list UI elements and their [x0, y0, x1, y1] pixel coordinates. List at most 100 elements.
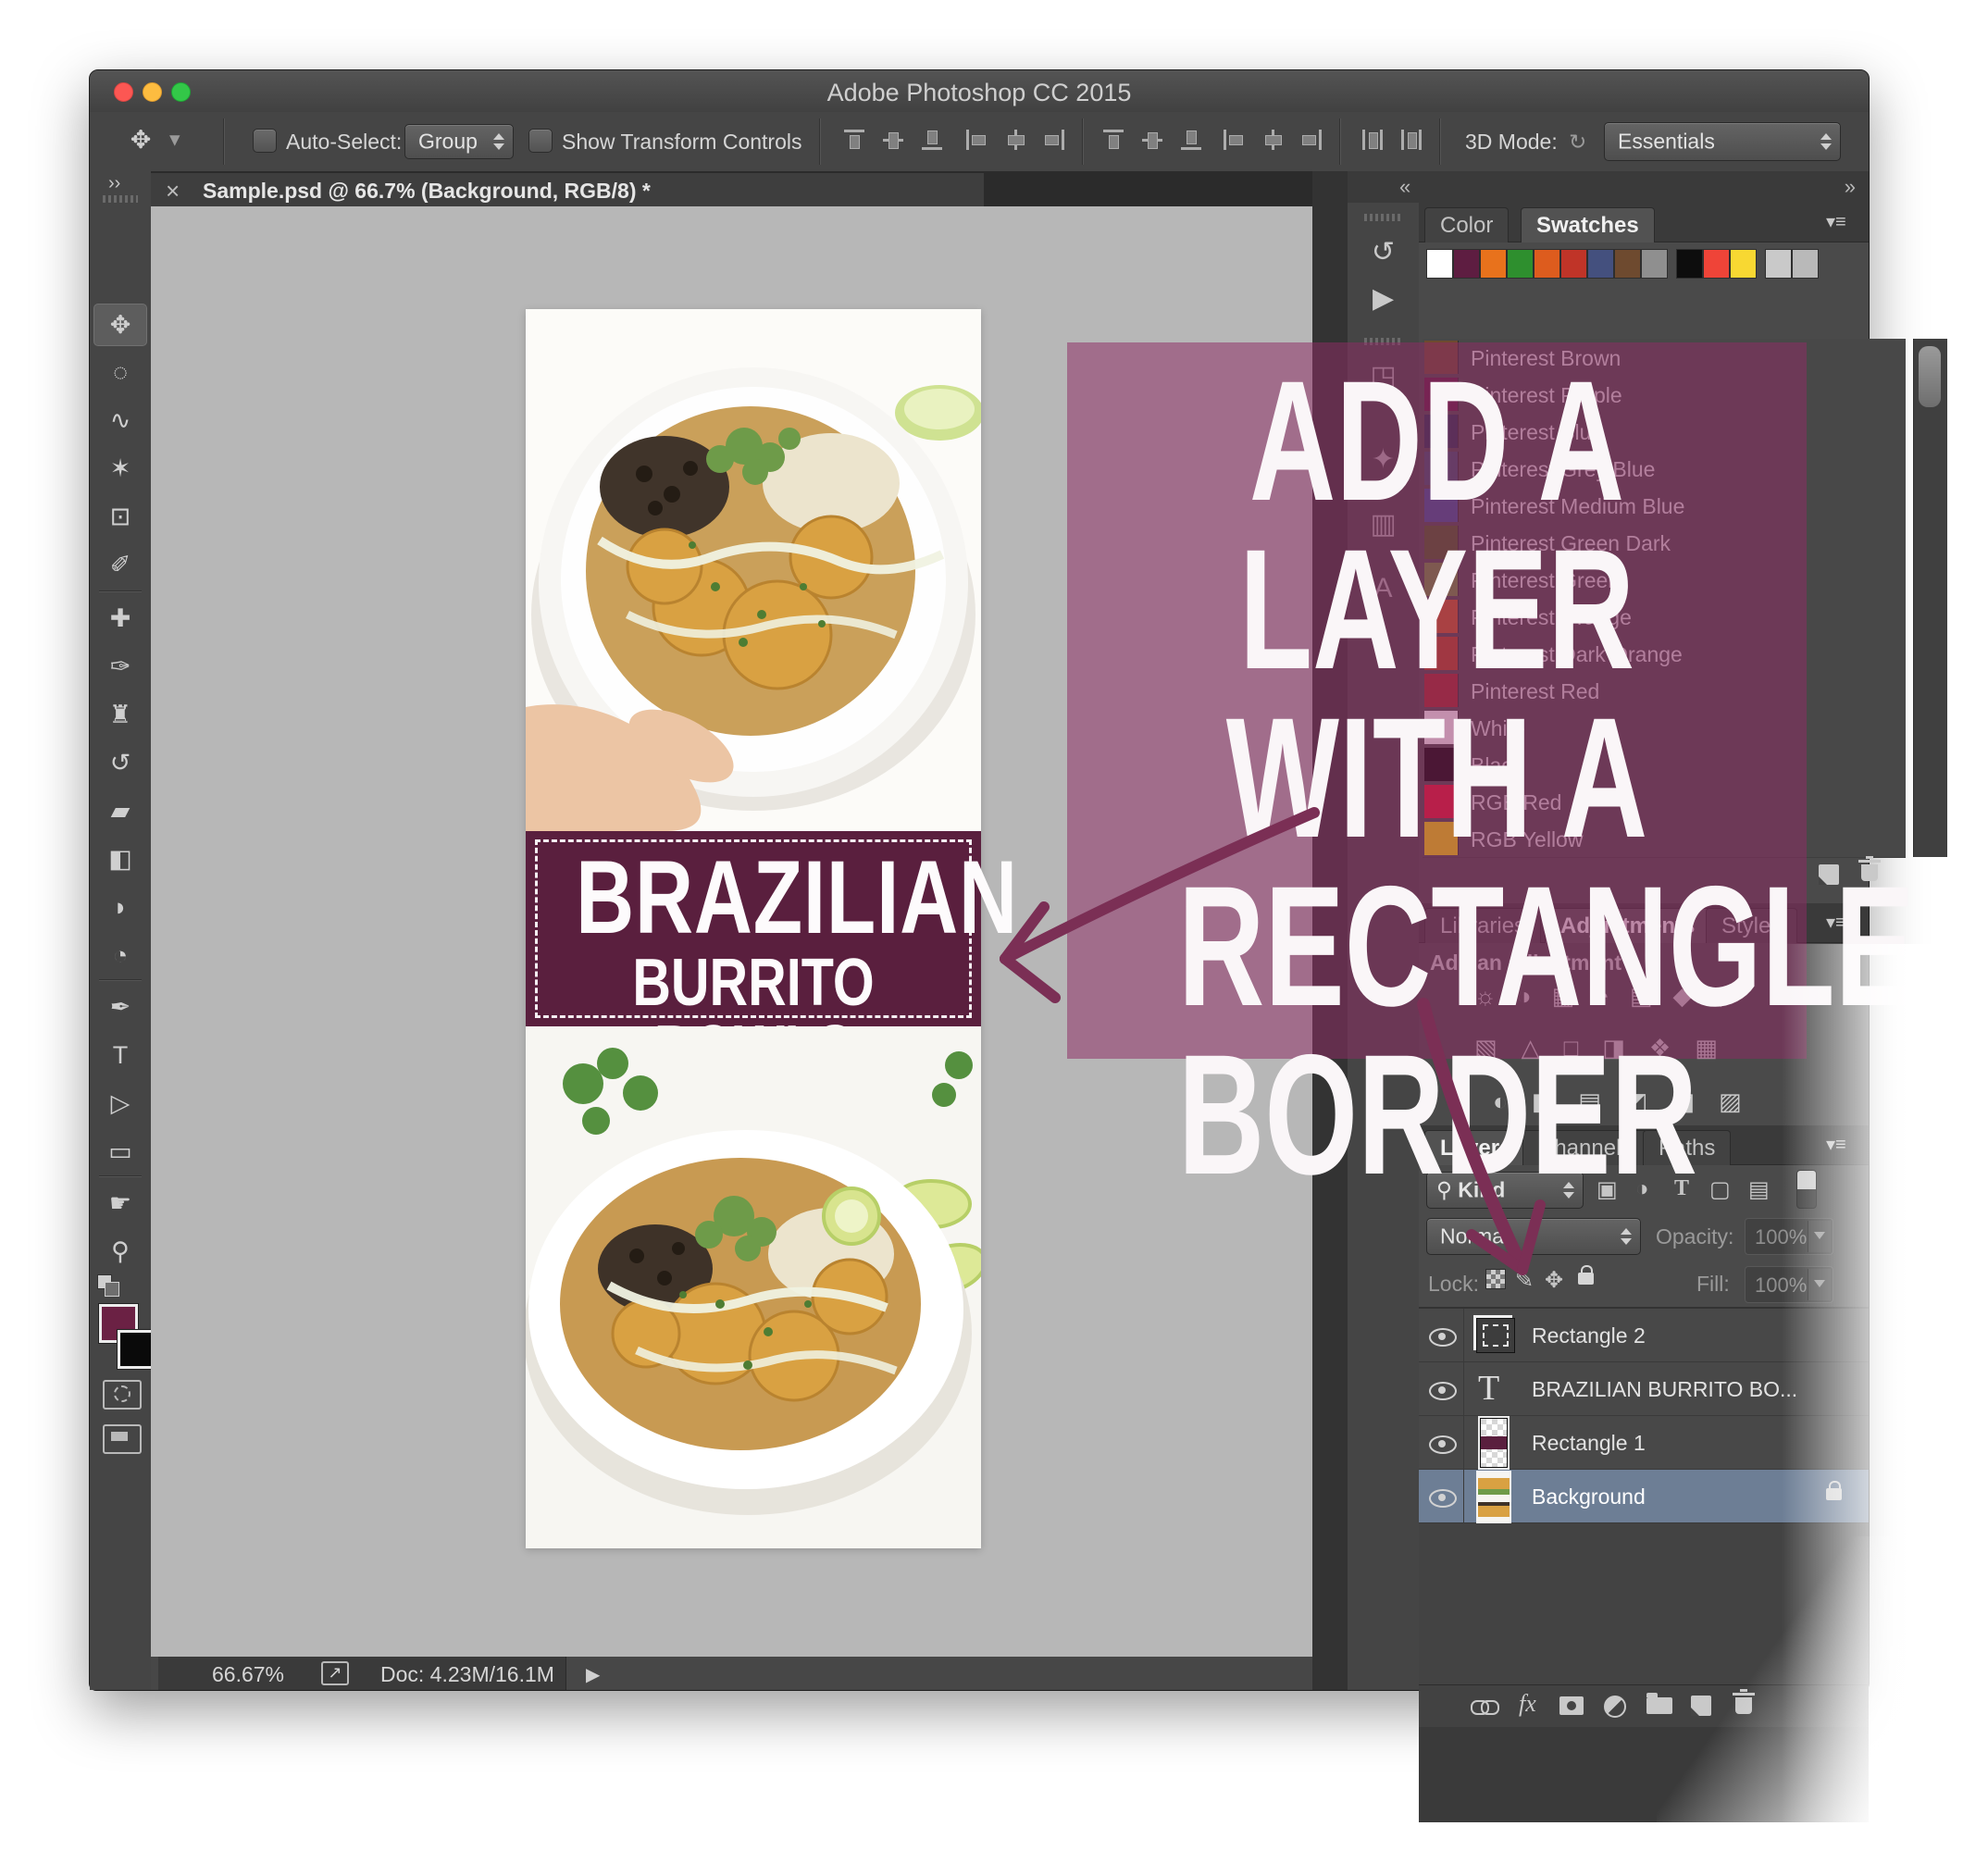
share-icon[interactable]: ↗ [321, 1661, 349, 1685]
toolbar-grip[interactable] [103, 195, 138, 203]
align-horizontal-centers-button[interactable] [1002, 127, 1028, 153]
new-group-icon[interactable] [1646, 1697, 1672, 1714]
swatch-chip[interactable] [1641, 249, 1668, 279]
delete-layer-icon[interactable] [1735, 1692, 1752, 1714]
eye-icon[interactable] [1429, 1382, 1457, 1400]
layer-name[interactable]: Rectangle 2 [1532, 1323, 1646, 1348]
toolbar-expand-icon[interactable]: ›› [108, 173, 120, 194]
visibility-cell[interactable] [1419, 1416, 1464, 1469]
blur-tool[interactable]: ◗ [95, 887, 145, 927]
add-layer-mask-icon[interactable] [1559, 1696, 1584, 1715]
default-colors-icon[interactable] [105, 1282, 119, 1297]
visibility-cell[interactable] [1419, 1309, 1464, 1361]
visibility-cell[interactable] [1419, 1470, 1464, 1522]
tool-preset-caret-icon[interactable]: ▾ [169, 127, 180, 152]
align-top-edges-button[interactable] [841, 127, 867, 153]
align-left-edges-button[interactable] [963, 127, 989, 153]
background-layer-thumbnail[interactable] [1476, 1471, 1511, 1524]
brush-tool[interactable]: ✑ [95, 646, 145, 687]
status-expand-icon[interactable]: ▶ [586, 1663, 600, 1686]
dodge-tool[interactable]: ◔ [95, 935, 145, 975]
3d-mode-dropdown[interactable]: Essentials [1604, 122, 1841, 161]
distribute-bottom-edges-button[interactable] [1178, 127, 1204, 153]
zoom-tool[interactable]: ⚲ [95, 1231, 145, 1272]
auto-select-target-dropdown[interactable]: Group [404, 124, 514, 159]
magic-wand-tool[interactable]: ✶ [95, 448, 145, 489]
blend-mode-dropdown[interactable]: Normal [1426, 1218, 1641, 1255]
history-panel-icon[interactable]: ↺ [1348, 236, 1419, 268]
show-transform-controls-checkbox[interactable] [528, 129, 553, 153]
dock-grip[interactable] [1364, 214, 1401, 221]
swatch-chip[interactable] [1703, 249, 1730, 279]
panel-menu-icon[interactable]: ▾≡ [1826, 212, 1858, 232]
link-layers-icon[interactable] [1471, 1700, 1498, 1713]
shape-layer-thumbnail[interactable] [1476, 1318, 1515, 1353]
swatch-chip[interactable] [1480, 249, 1507, 279]
hand-tool[interactable]: ☛ [95, 1183, 145, 1224]
swatch-chip[interactable] [1730, 249, 1757, 279]
type-tool[interactable]: T [95, 1035, 145, 1075]
clone-stamp-tool[interactable]: ♜ [95, 694, 145, 735]
spot-healing-brush-tool[interactable]: ✚ [95, 598, 145, 639]
path-selection-tool[interactable]: ▷ [95, 1083, 145, 1124]
swatch-chip[interactable] [1534, 249, 1560, 279]
gradient-tool[interactable]: ◧ [95, 839, 145, 879]
align-vertical-centers-button[interactable] [880, 127, 906, 153]
distribute-vertical-spacing-button[interactable] [1398, 127, 1424, 153]
crop-tool[interactable]: ⊡ [95, 496, 145, 537]
swatch-chip[interactable] [1614, 249, 1641, 279]
layer-name[interactable]: BRAZILIAN BURRITO BO... [1532, 1377, 1797, 1402]
eye-icon[interactable] [1429, 1328, 1457, 1347]
swatch-chip[interactable] [1560, 249, 1587, 279]
layer-name[interactable]: Rectangle 1 [1532, 1431, 1646, 1456]
dropdown-arrow-icon[interactable] [1808, 1221, 1831, 1252]
layer-row-text[interactable]: T BRAZILIAN BURRITO BO... [1419, 1362, 1869, 1416]
document-size-info[interactable]: Doc: 4.23M/16.1M [380, 1662, 554, 1687]
lasso-tool[interactable]: ∿ [95, 400, 145, 441]
actions-panel-icon[interactable]: ▶ [1348, 282, 1419, 315]
dropdown-arrow-icon[interactable] [1808, 1269, 1831, 1300]
align-bottom-edges-button[interactable] [919, 127, 945, 153]
fill-input[interactable]: 100% [1745, 1266, 1833, 1303]
swatches-scrollbar[interactable] [1913, 339, 1947, 857]
auto-select-checkbox[interactable] [253, 129, 277, 153]
lock-all-button[interactable] [1578, 1273, 1594, 1285]
move-tool[interactable]: ✥ [93, 304, 147, 346]
type-layer-thumbnail[interactable]: T [1478, 1368, 1499, 1409]
title-bar[interactable]: Adobe Photoshop CC 2015 [90, 70, 1869, 113]
screen-mode-button[interactable] [103, 1424, 142, 1454]
history-brush-tool[interactable]: ↺ [95, 742, 145, 783]
swatch-chip[interactable] [1453, 249, 1480, 279]
layer-name[interactable]: Background [1532, 1485, 1646, 1509]
panel-menu-icon[interactable]: ▾≡ [1826, 1135, 1858, 1155]
distribute-horizontal-spacing-button[interactable] [1360, 127, 1385, 153]
distribute-horizontal-centers-button[interactable] [1260, 127, 1286, 153]
swatch-chip[interactable] [1507, 249, 1534, 279]
document-tab[interactable]: × Sample.psd @ 66.7% (Background, RGB/8)… [151, 173, 984, 206]
layer-list-empty-area[interactable] [1419, 1523, 1869, 1684]
quick-mask-mode-button[interactable] [103, 1380, 142, 1410]
lock-paint-button[interactable]: ✎ [1515, 1267, 1534, 1294]
distribute-left-edges-button[interactable] [1221, 127, 1247, 153]
eraser-tool[interactable]: ▰ [95, 790, 145, 831]
eyedropper-tool[interactable]: ✐ [95, 544, 145, 585]
eye-icon[interactable] [1429, 1435, 1457, 1454]
scrollbar-thumb[interactable] [1919, 346, 1941, 407]
lock-transparency-button[interactable] [1485, 1269, 1506, 1289]
align-right-edges-button[interactable] [1041, 127, 1067, 153]
collapse-panels-icon[interactable]: » [1845, 175, 1856, 199]
layer-row-background[interactable]: Background [1419, 1470, 1869, 1523]
swatch-chip[interactable] [1676, 249, 1703, 279]
swatch-chip[interactable] [1426, 249, 1453, 279]
pen-tool[interactable]: ✒ [95, 987, 145, 1027]
new-adjustment-layer-icon[interactable] [1604, 1696, 1626, 1718]
3d-rotate-icon[interactable]: ↻ [1569, 130, 1586, 155]
new-layer-icon[interactable] [1691, 1696, 1711, 1716]
layer-style-icon[interactable]: fx [1519, 1690, 1536, 1718]
rectangle-layer-thumbnail[interactable] [1480, 1418, 1508, 1468]
layer-row-rectangle1[interactable]: Rectangle 1 [1419, 1416, 1869, 1470]
zoom-level[interactable]: 66.67% [212, 1662, 284, 1687]
distribute-vertical-centers-button[interactable] [1139, 127, 1165, 153]
swatch-chip[interactable] [1765, 249, 1792, 279]
opacity-input[interactable]: 100% [1745, 1218, 1833, 1255]
